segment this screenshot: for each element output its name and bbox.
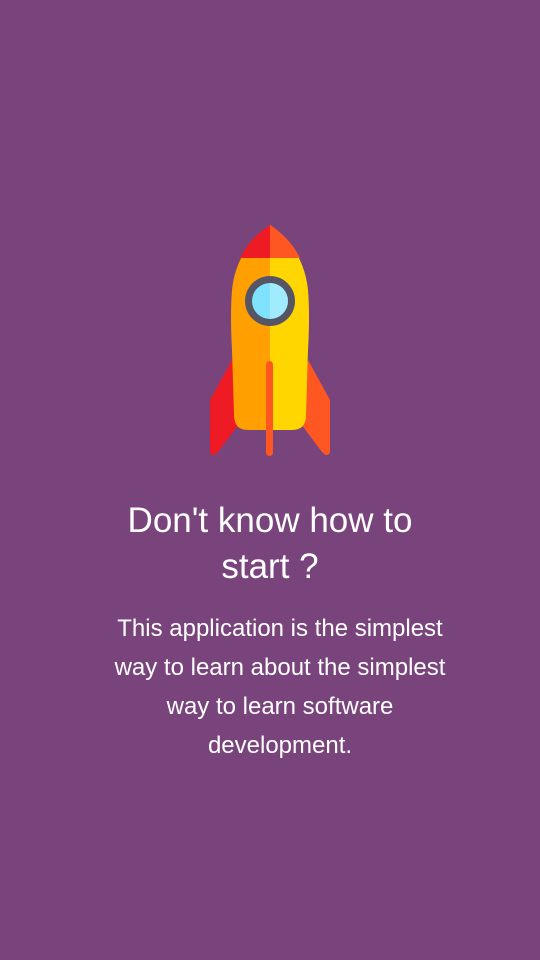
rocket-illustration xyxy=(210,225,330,456)
rocket-nose-left xyxy=(240,225,270,258)
rocket-center-stripe xyxy=(266,361,273,456)
onboarding-description: This application is the simplest way to … xyxy=(114,615,446,759)
onboarding-screen: Don't know how to start ? This applicati… xyxy=(0,0,540,960)
onboarding-title: Don't know how to start ? xyxy=(127,501,413,586)
rocket-nose-right xyxy=(270,225,300,258)
